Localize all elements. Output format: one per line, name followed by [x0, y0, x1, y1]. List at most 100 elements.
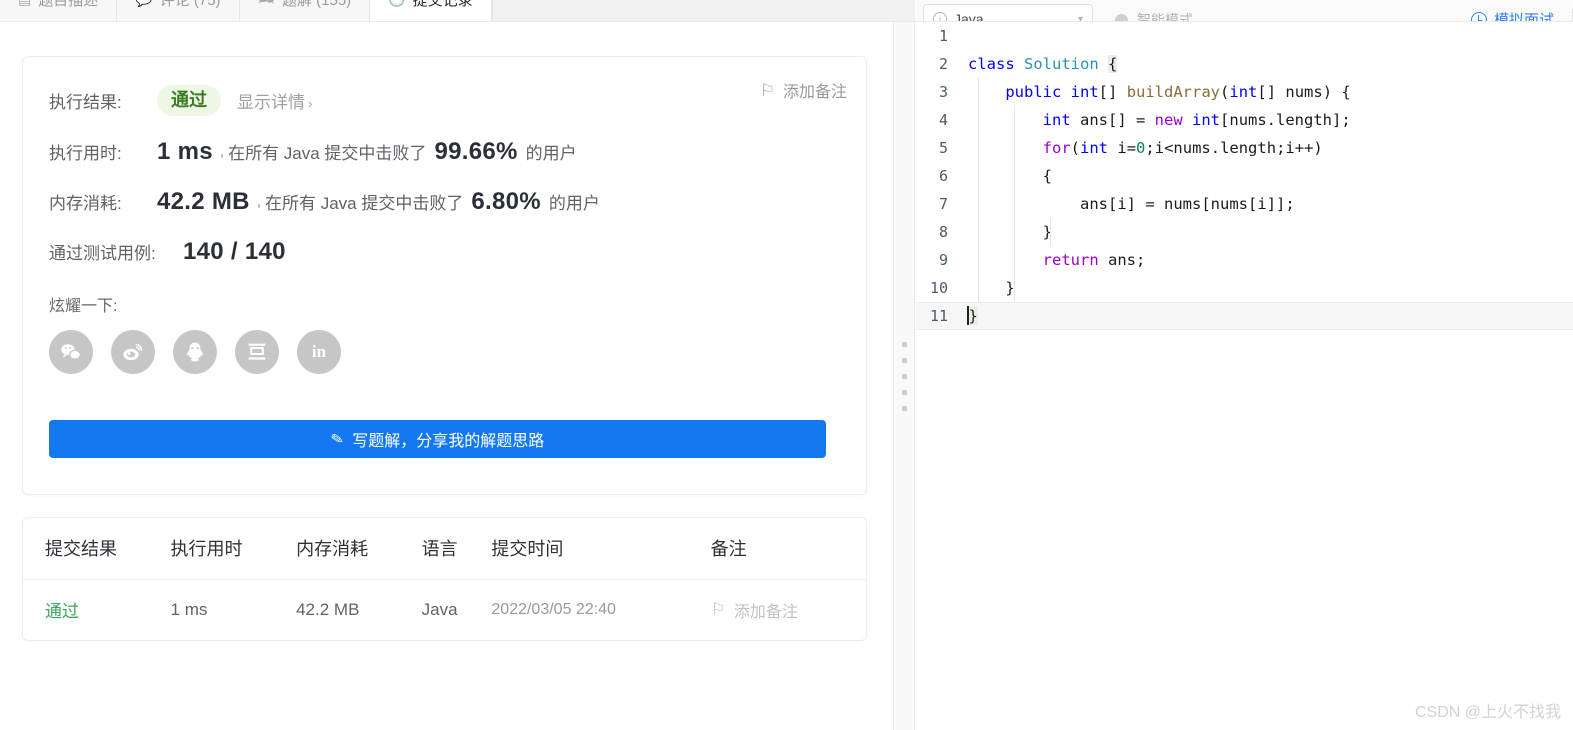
table-row[interactable]: 通过 1 ms 42.2 MB Java 2022/03/05 22:40 ⚐ … [23, 580, 866, 640]
solution-icon: 🗪 [258, 0, 275, 6]
douban-glyph [248, 343, 266, 360]
runtime-beat-suffix: 的用户 [525, 144, 577, 163]
runtime-percentile: 99.66% [434, 137, 518, 165]
tab-label: 提交记录 [412, 0, 473, 9]
code-text: } [967, 306, 978, 325]
tab-bar-filler [491, 0, 915, 21]
language-select-value: Java [954, 11, 984, 22]
code-line: 3 public int[] buildArray(int[] nums) { [916, 78, 1573, 106]
mock-interview-button[interactable]: 模拟面试 [1470, 9, 1554, 22]
code-text: class Solution { [968, 55, 1118, 73]
submission-history-table: 提交结果 执行用时 内存消耗 语言 提交时间 备注 通过 1 ms 42.2 M… [22, 516, 867, 641]
add-note-button[interactable]: ⚐ 添加备注 [760, 78, 847, 102]
line-number: 2 [938, 55, 948, 73]
tab-comments[interactable]: 💬 评论 (75) [117, 0, 240, 21]
memory-value: 42.2 MB [157, 187, 250, 215]
cell-add-note[interactable]: ⚐ 添加备注 [707, 598, 866, 622]
linkedin-glyph: in [311, 341, 327, 361]
status-badge: 通过 [157, 85, 221, 116]
description-icon: ▤ [18, 0, 31, 6]
splitter-dot [901, 373, 907, 379]
column-header-result: 提交结果 [45, 539, 117, 559]
smart-mode-toggle[interactable]: 智能模式 [1115, 10, 1193, 22]
splitter-dot [901, 405, 907, 411]
code-text: for(int i=0;i<nums.length;i++) [1042, 139, 1323, 157]
tab-problem-description[interactable]: ▤ 题目描述 [0, 0, 118, 21]
code-text: public int[] buildArray(int[] nums) { [1005, 83, 1351, 101]
share-section-label: 炫耀一下: [49, 297, 118, 315]
result-status-label: 执行结果: [49, 92, 122, 112]
wechat-icon[interactable] [49, 329, 93, 374]
code-text: ans[i] = nums[nums[i]]; [1079, 195, 1295, 213]
panel-splitter[interactable] [893, 22, 915, 730]
douban-icon[interactable] [235, 329, 279, 374]
column-header-language: 语言 [421, 539, 458, 559]
code-line: 2 class Solution { [916, 50, 1573, 78]
column-header-memory: 内存消耗 [296, 539, 369, 559]
smart-mode-label: 智能模式 [1137, 12, 1193, 22]
mock-interview-label: 模拟面试 [1493, 12, 1554, 22]
cell-add-note-label: 添加备注 [733, 603, 798, 621]
line-number: 7 [938, 195, 948, 213]
line-number: 5 [938, 139, 948, 157]
language-select[interactable]: i Java ▾ [923, 4, 1093, 22]
line-number: 6 [938, 167, 948, 185]
splitter-dot [901, 357, 907, 363]
qq-icon[interactable] [173, 329, 217, 374]
qq-glyph [187, 342, 203, 361]
runtime-row: 执行用时: 1 ms , 在所有 Java 提交中击败了 99.66% 的用户 [49, 138, 836, 166]
cell-memory: 42.2 MB [296, 599, 360, 619]
line-number: 4 [938, 111, 948, 129]
linkedin-icon[interactable]: in [297, 329, 341, 374]
code-line: 1 [916, 22, 1573, 50]
tab-solutions[interactable]: 🗪 题解 (155) [240, 0, 371, 21]
tab-submissions[interactable]: 🕑 提交记录 [370, 0, 492, 21]
runtime-value: 1 ms [157, 137, 213, 165]
line-number: 1 [938, 27, 948, 45]
line-number: 10 [929, 279, 948, 297]
code-editor[interactable]: 1 2 class Solution { 3 public int[] buil… [916, 22, 1573, 730]
testcases-row: 通过测试用例: 140 / 140 [49, 238, 836, 266]
memory-beat-suffix: 的用户 [548, 194, 600, 213]
cell-time: 2022/03/05 22:40 [491, 600, 616, 618]
tab-label: 题目描述 [38, 0, 99, 9]
memory-label: 内存消耗: [49, 194, 122, 213]
flag-icon: ⚐ [710, 600, 726, 619]
testcases-value: 140 / 140 [183, 237, 286, 265]
indent-guide [1050, 218, 1051, 246]
cell-language: Java [421, 599, 458, 619]
line-number: 3 [938, 83, 948, 101]
toggle-knob-icon [1115, 13, 1128, 21]
memory-percentile: 6.80% [471, 187, 541, 215]
memory-beat-prefix: 在所有 Java 提交中击败了 [264, 194, 464, 213]
runtime-label: 执行用时: [49, 144, 122, 163]
cell-result[interactable]: 通过 [23, 597, 167, 622]
cell-runtime: 1 ms [170, 599, 208, 619]
show-detail-link[interactable]: 显示详情 › [237, 88, 312, 113]
tab-label: 评论 (75) [159, 0, 221, 9]
line-number: 9 [938, 251, 948, 269]
watermark: CSDN @上火不找我 [1414, 704, 1561, 721]
comment-icon: 💬 [135, 0, 152, 6]
code-text: } [968, 279, 1015, 297]
column-header-time: 提交时间 [491, 539, 564, 559]
flag-icon: ⚐ [759, 80, 775, 100]
column-header-note: 备注 [710, 539, 747, 559]
indent-guide [1014, 106, 1015, 302]
line-number: 8 [938, 223, 948, 241]
comma-separator: , [256, 193, 261, 210]
tab-label: 题解 (155) [281, 0, 352, 9]
code-text: return ans; [1042, 251, 1146, 269]
splitter-dot [901, 341, 907, 347]
weibo-icon[interactable] [111, 329, 155, 374]
chevron-right-icon: › [308, 95, 313, 111]
problem-tab-bar: ▤ 题目描述 💬 评论 (75) 🗪 题解 (155) 🕑 提交记录 [0, 0, 915, 22]
pencil-icon: ✎ [329, 429, 346, 449]
splitter-dot [901, 389, 907, 395]
add-note-label: 添加备注 [782, 84, 847, 101]
wechat-glyph [61, 343, 82, 362]
share-icon-list: in [49, 329, 836, 374]
write-solution-button[interactable]: ✎ 写题解，分享我的解题思路 [49, 419, 826, 458]
write-solution-label: 写题解，分享我的解题思路 [352, 432, 545, 450]
submission-result-card: ⚐ 添加备注 执行结果: 通过 显示详情 › 执行用时: 1 ms , 在所有 J… [22, 56, 867, 495]
